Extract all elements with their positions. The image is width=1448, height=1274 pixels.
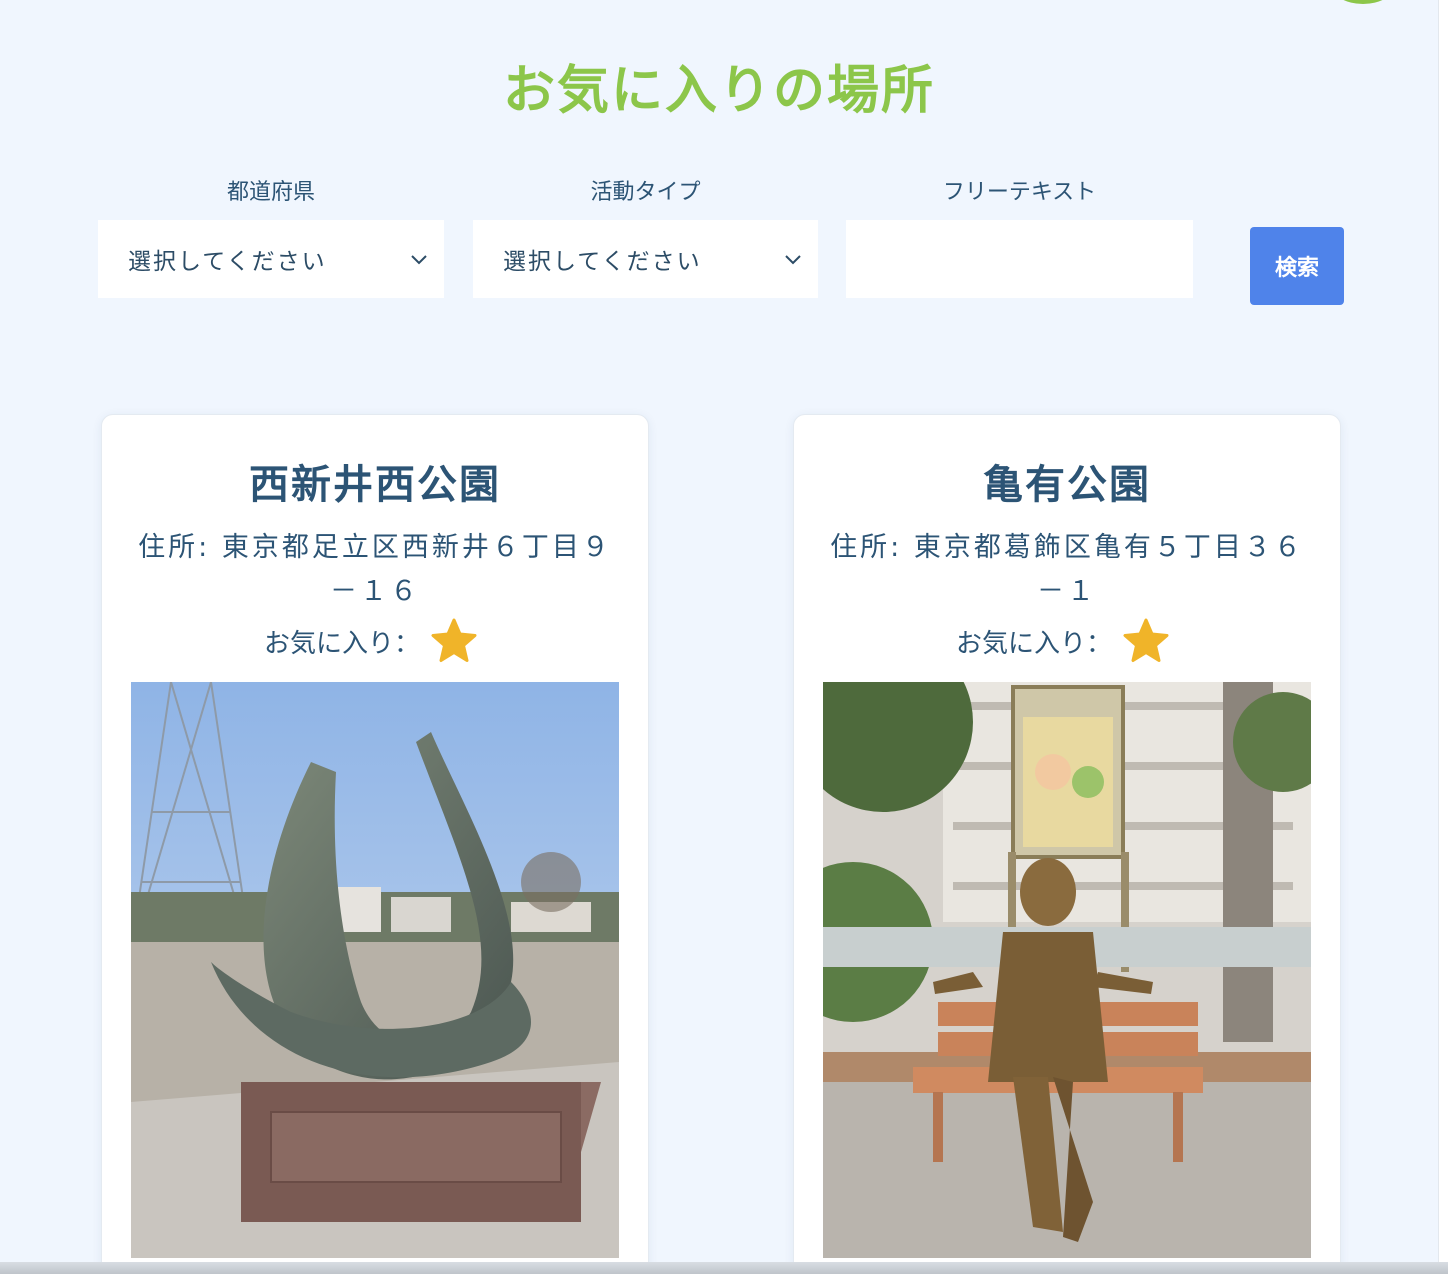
place-name: 亀有公園	[983, 462, 1151, 508]
activity-type-select[interactable]: 選択してください	[473, 220, 818, 298]
search-button[interactable]: 検索	[1250, 227, 1344, 305]
place-address: 住所: 東京都葛飾区亀有５丁目３６ －１	[823, 526, 1311, 614]
prefecture-select-value: 選択してください	[128, 249, 327, 275]
favorite-row: お気に入り：	[956, 616, 1170, 666]
favorite-row: お気に入り：	[264, 616, 478, 666]
star-icon[interactable]	[1122, 617, 1170, 665]
address-line: －１６	[330, 576, 420, 607]
place-photo	[131, 682, 619, 1258]
place-name: 西新井西公園	[249, 462, 501, 508]
star-icon[interactable]	[430, 617, 478, 665]
favorite-label: お気に入り：	[956, 628, 1113, 659]
free-text-label: フリーテキスト	[942, 180, 1097, 205]
prefecture-label: 都道府県	[226, 180, 315, 205]
free-text-input[interactable]	[846, 220, 1193, 298]
place-photo	[823, 682, 1311, 1258]
activity-type-label: 活動タイプ	[590, 180, 701, 205]
address-line: 住所: 東京都足立区西新井６丁目９	[138, 532, 612, 563]
window-edge	[1438, 0, 1448, 1274]
address-line: 住所: 東京都葛飾区亀有５丁目３６	[830, 532, 1304, 563]
favorite-label: お気に入り：	[264, 628, 421, 659]
chevron-down-icon	[411, 255, 427, 265]
window-bottom-edge	[0, 1262, 1448, 1274]
place-address: 住所: 東京都足立区西新井６丁目９ －１６	[131, 526, 619, 614]
prefecture-select[interactable]: 選択してください	[98, 220, 444, 298]
chevron-down-icon	[785, 255, 801, 265]
address-line: －１	[1037, 576, 1097, 607]
corner-badge[interactable]	[1332, 0, 1394, 4]
page: お気に入りの場所 都道府県 選択してください 活動タイプ 選択してください フリ…	[0, 0, 1448, 1274]
page-title: お気に入りの場所	[502, 61, 935, 121]
activity-type-select-value: 選択してください	[503, 249, 702, 275]
